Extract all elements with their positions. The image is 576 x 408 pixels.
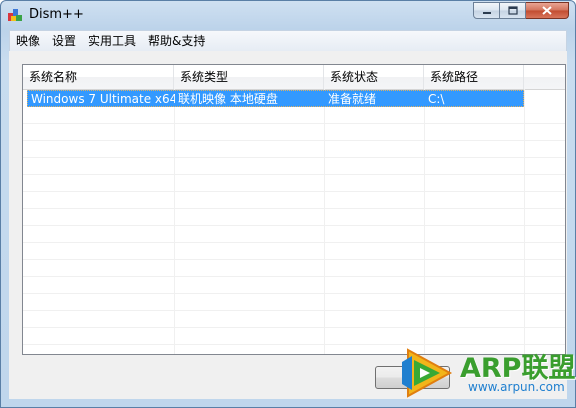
empty-row: [23, 311, 565, 328]
column-header-name[interactable]: 系统名称: [23, 65, 174, 89]
minimize-button[interactable]: [473, 2, 500, 19]
empty-row: [23, 141, 565, 158]
empty-row: [23, 158, 565, 175]
watermark-play-logo: [402, 348, 453, 398]
list-header: 系统名称 系统类型 系统状态 系统路径: [23, 65, 565, 90]
cell-system-type: 联机映像 本地硬盘: [178, 92, 278, 106]
table-row[interactable]: Windows 7 Ultimate x64 联机映像 本地硬盘 准备就绪 C:…: [27, 90, 524, 107]
menu-bar: 映像 设置 实用工具 帮助&支持: [9, 30, 567, 52]
minimize-icon: [482, 11, 491, 14]
close-button[interactable]: [526, 2, 569, 19]
menu-settings[interactable]: 设置: [46, 32, 82, 50]
empty-row: [23, 107, 565, 124]
empty-row: [23, 226, 565, 243]
cell-system-name: Windows 7 Ultimate x64: [31, 92, 175, 106]
watermark-url: www.arpun.com: [468, 380, 565, 394]
column-header-type[interactable]: 系统类型: [174, 65, 324, 89]
empty-row: [23, 243, 565, 260]
close-icon: [542, 6, 552, 15]
empty-row: [23, 192, 565, 209]
empty-row: [23, 277, 565, 294]
empty-row: [23, 260, 565, 277]
app-icon: [8, 9, 22, 21]
title-bar[interactable]: Dism++: [1, 1, 575, 29]
empty-row: [23, 294, 565, 311]
empty-row: [23, 124, 565, 141]
cell-system-status: 准备就绪: [328, 92, 377, 106]
caption-buttons: [473, 2, 569, 20]
menu-help[interactable]: 帮助&支持: [142, 32, 211, 50]
system-list[interactable]: 系统名称 系统类型 系统状态 系统路径 Windows 7 Ultimate x…: [22, 64, 566, 355]
menu-tools[interactable]: 实用工具: [82, 32, 142, 50]
column-header-path[interactable]: 系统路径: [424, 65, 524, 89]
watermark: ARP联盟 www.arpun.com: [398, 340, 576, 408]
maximize-icon: [507, 6, 518, 15]
empty-row: [23, 175, 565, 192]
column-header-status[interactable]: 系统状态: [324, 65, 424, 89]
window-title: Dism++: [29, 7, 84, 22]
maximize-button[interactable]: [500, 2, 526, 19]
empty-row: [23, 209, 565, 226]
menu-image[interactable]: 映像: [10, 32, 46, 50]
cell-system-path: C:\: [428, 92, 445, 106]
